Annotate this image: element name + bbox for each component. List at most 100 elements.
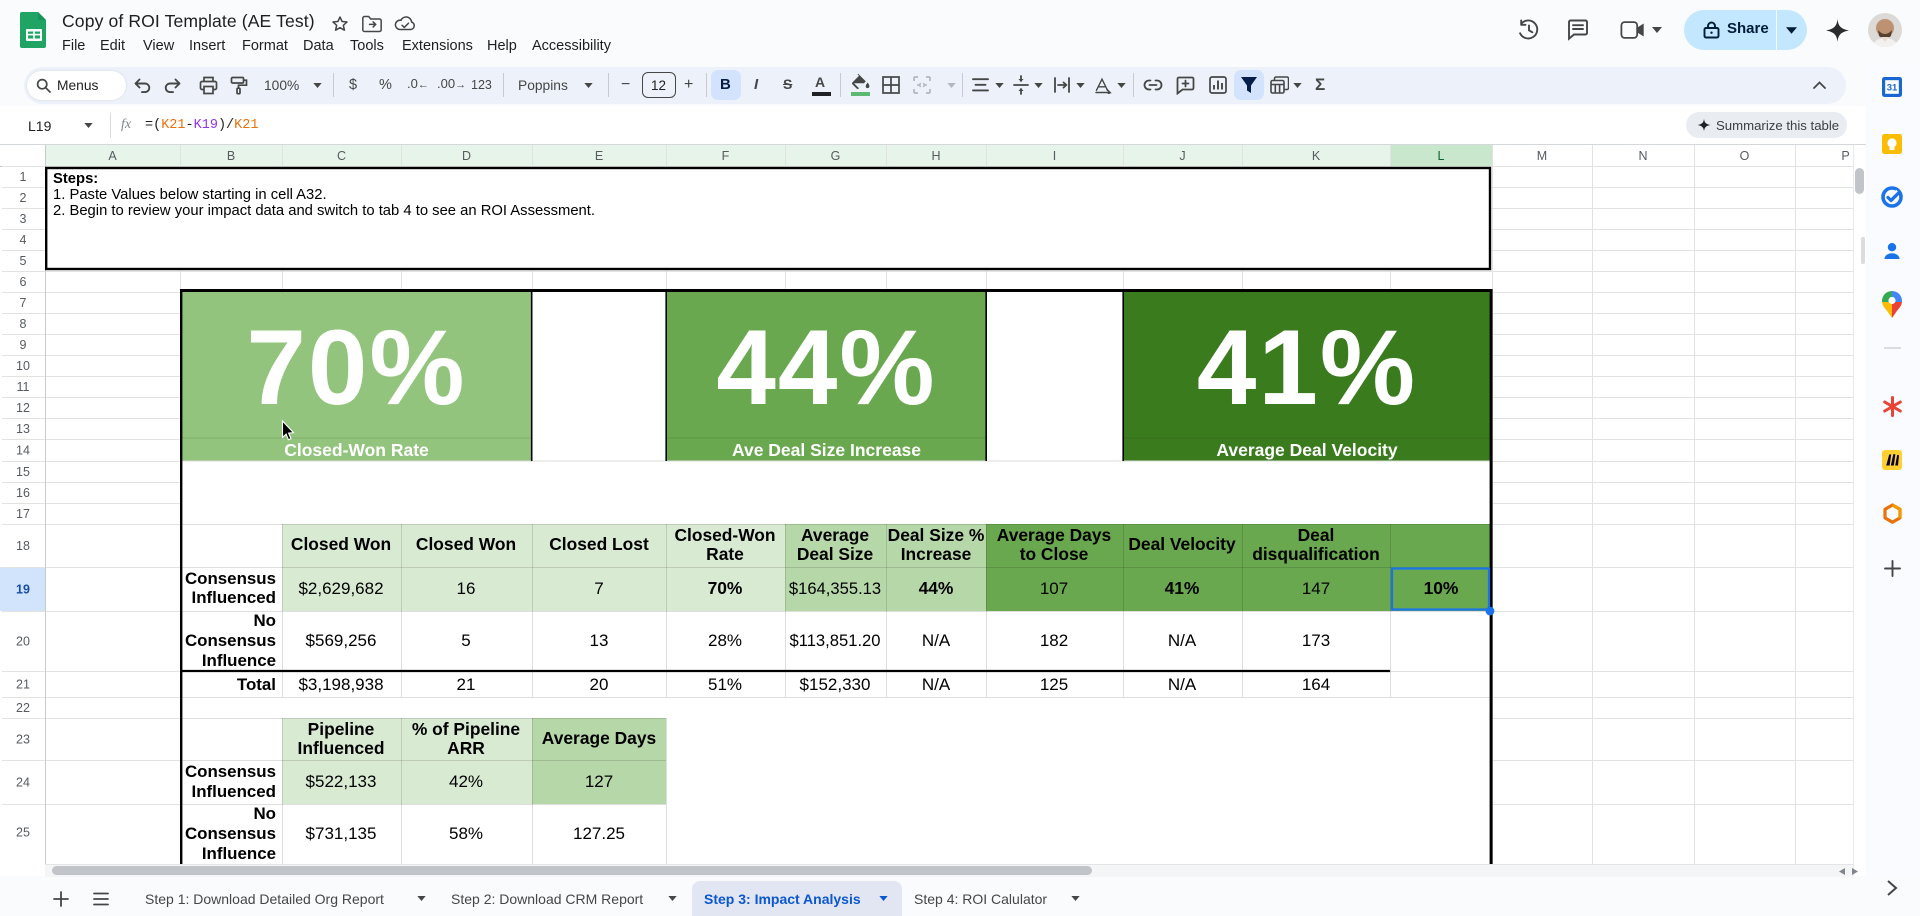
svg-text:10%: 10% [1424,578,1459,598]
svg-text:J: J [1179,149,1185,163]
svg-text:7: 7 [20,296,27,310]
svg-text:Ave Deal Size Increase: Ave Deal Size Increase [732,440,921,460]
svg-text:$113,851.20: $113,851.20 [789,631,880,650]
svg-text:G: G [831,149,841,163]
svg-text:17: 17 [16,507,30,521]
svg-text:8: 8 [20,317,27,331]
svg-text:70%: 70% [708,578,743,598]
svg-text:Average Days: Average Days [997,525,1111,545]
svg-text:Rate: Rate [706,544,744,564]
svg-text:$152,330: $152,330 [800,675,871,694]
svg-text:F: F [722,149,730,163]
svg-text:20: 20 [16,635,30,649]
svg-text:Deal Size %: Deal Size % [888,525,985,545]
svg-text:$569,256: $569,256 [306,631,377,650]
svg-text:to Close: to Close [1020,544,1089,564]
svg-text:21: 21 [16,678,30,692]
svg-text:2. Begin to review your impact: 2. Begin to review your impact data and … [53,203,595,219]
svg-text:$2,629,682: $2,629,682 [298,579,383,598]
svg-text:173: 173 [1302,631,1330,650]
svg-text:$3,198,938: $3,198,938 [298,675,383,694]
svg-text:70%: 70% [246,307,466,427]
svg-text:Total: Total [237,675,276,694]
svg-text:Consensus: Consensus [185,569,276,588]
svg-text:127.25: 127.25 [573,824,625,843]
svg-text:13: 13 [590,631,609,650]
svg-text:Steps:: Steps: [53,171,98,187]
svg-text:5: 5 [461,631,470,650]
svg-text:Average Deal Velocity: Average Deal Velocity [1216,440,1398,460]
svg-text:4: 4 [20,233,27,247]
svg-text:21: 21 [457,675,476,694]
svg-text:Average: Average [801,525,869,545]
svg-text:Consensus: Consensus [185,631,276,650]
svg-text:51%: 51% [708,675,742,694]
svg-text:$164,355.13: $164,355.13 [789,579,881,598]
svg-text:Consensus: Consensus [185,762,276,781]
svg-text:9: 9 [20,338,27,352]
svg-text:N/A: N/A [1168,631,1197,650]
svg-text:7: 7 [594,579,603,598]
svg-text:L: L [1438,149,1445,163]
svg-text:% of Pipeline: % of Pipeline [412,719,521,739]
svg-text:164: 164 [1302,675,1330,694]
svg-text:Closed-Won: Closed-Won [674,525,775,545]
svg-text:Deal Size: Deal Size [797,544,874,564]
svg-text:44%: 44% [919,578,954,598]
svg-text:Influence: Influence [202,844,276,863]
svg-text:Average Days: Average Days [542,728,656,748]
svg-text:O: O [1740,149,1750,163]
svg-text:Pipeline: Pipeline [308,719,375,739]
svg-text:2: 2 [20,191,27,205]
svg-text:127: 127 [585,772,613,791]
svg-text:44%: 44% [716,307,936,427]
svg-text:5: 5 [20,254,27,268]
svg-text:$522,133: $522,133 [306,772,377,791]
svg-text:E: E [595,149,603,163]
svg-text:No: No [253,804,276,823]
svg-text:Influence: Influence [202,651,276,670]
svg-text:N: N [1638,149,1647,163]
svg-text:Influenced: Influenced [192,588,276,607]
svg-text:A: A [108,149,117,163]
svg-text:N/A: N/A [922,675,951,694]
svg-text:14: 14 [16,444,30,458]
svg-text:41%: 41% [1165,578,1200,598]
svg-text:22: 22 [16,701,30,715]
svg-text:Closed Lost: Closed Lost [549,534,649,554]
svg-text:10: 10 [16,359,30,373]
svg-text:23: 23 [16,733,30,747]
svg-text:Influenced: Influenced [192,782,276,801]
svg-text:1: 1 [20,170,27,184]
svg-text:disqualification: disqualification [1252,544,1380,564]
svg-text:41%: 41% [1197,307,1417,427]
svg-text:11: 11 [17,380,30,394]
svg-text:16: 16 [457,579,476,598]
svg-text:Deal Velocity: Deal Velocity [1128,534,1236,554]
svg-text:I: I [1053,149,1056,163]
svg-text:N/A: N/A [1168,675,1197,694]
svg-text:42%: 42% [449,772,483,791]
svg-text:B: B [227,149,235,163]
svg-text:N/A: N/A [922,631,951,650]
svg-text:No: No [253,611,276,630]
svg-text:3: 3 [20,212,27,226]
svg-text:107: 107 [1040,579,1068,598]
svg-text:28%: 28% [708,631,742,650]
svg-text:147: 147 [1302,579,1330,598]
svg-text:125: 125 [1040,675,1068,694]
svg-text:C: C [337,149,346,163]
svg-text:16: 16 [16,486,30,500]
svg-text:1. Paste Values below starting: 1. Paste Values below starting in cell A… [53,187,327,203]
svg-text:58%: 58% [449,824,483,843]
svg-text:M: M [1537,149,1547,163]
svg-text:D: D [462,149,471,163]
svg-text:ARR: ARR [447,738,485,758]
svg-text:182: 182 [1040,631,1068,650]
svg-text:Influenced: Influenced [298,738,385,758]
svg-text:P: P [1841,149,1849,163]
svg-text:K: K [1312,149,1321,163]
svg-text:31: 31 [1887,83,1898,94]
svg-text:H: H [931,149,940,163]
svg-text:Increase: Increase [901,544,972,564]
